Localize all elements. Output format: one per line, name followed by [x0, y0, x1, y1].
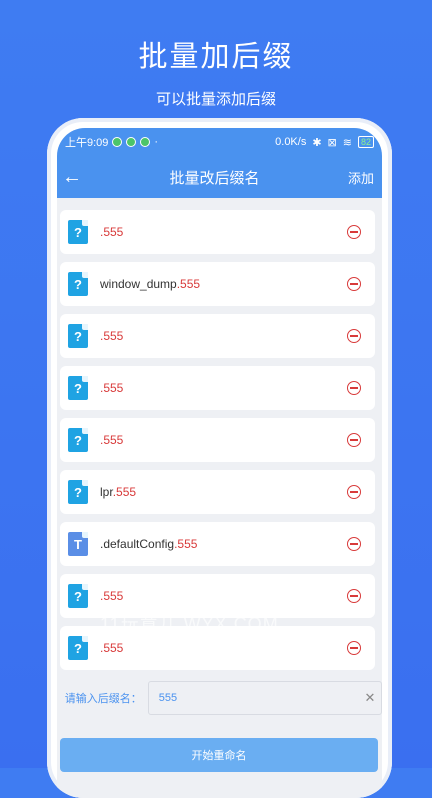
- question-file-icon: ?: [68, 480, 88, 504]
- notification-icon: [112, 137, 123, 147]
- battery-icon: 82: [357, 136, 374, 148]
- file-extension: .555: [100, 589, 124, 603]
- notification-icon: [126, 137, 137, 147]
- wifi-icon: ≋: [342, 136, 352, 149]
- question-file-icon: ?: [68, 272, 88, 296]
- file-extension: .555: [112, 485, 137, 499]
- phone-screen: 上午9:09 · 0.0K/s ✱ ⊠ ≋ 82 ← 批量改后缀名 添加 ? .…: [57, 128, 382, 798]
- question-file-icon: ?: [68, 324, 88, 348]
- file-extension: .555: [174, 537, 198, 551]
- suffix-input[interactable]: [156, 691, 359, 705]
- list-item: T .defaultConfig.555: [60, 522, 375, 566]
- remove-circle-icon[interactable]: [347, 641, 361, 655]
- phone-frame: 上午9:09 · 0.0K/s ✱ ⊠ ≋ 82 ← 批量改后缀名 添加 ? .…: [47, 118, 392, 798]
- file-name: lpr: [100, 485, 113, 499]
- watermark: 11玩意儿 WYX.COM: [100, 614, 279, 634]
- list-item: ? .555: [60, 210, 375, 254]
- list-item: ? window_dump.555: [60, 262, 375, 306]
- headline-subtitle: 可以批量添加后缀: [155, 91, 276, 108]
- remove-circle-icon[interactable]: [347, 381, 361, 395]
- sim-icon: ⊠: [327, 136, 337, 149]
- file-name: .defaultConfig: [100, 537, 175, 551]
- file-extension: .555: [176, 277, 201, 291]
- remove-circle-icon[interactable]: [347, 225, 361, 239]
- list-item: ? .555: [60, 418, 375, 462]
- question-file-icon: ?: [68, 636, 88, 660]
- clear-icon[interactable]: ✕: [359, 690, 381, 706]
- file-extension: .555: [100, 433, 124, 447]
- list-item: ? .555: [60, 366, 375, 410]
- app-bar: ← 批量改后缀名 添加: [57, 156, 382, 198]
- status-bar: 上午9:09 · 0.0K/s ✱ ⊠ ≋ 82: [57, 128, 382, 156]
- question-file-icon: ?: [68, 220, 88, 244]
- page-title: 批量改后缀名: [169, 169, 260, 187]
- question-file-icon: ?: [68, 584, 88, 608]
- add-button[interactable]: 添加: [332, 168, 382, 187]
- remove-circle-icon[interactable]: [347, 329, 361, 343]
- file-extension: .555: [100, 329, 124, 343]
- list-item: ? lpr.555: [60, 470, 375, 514]
- remove-circle-icon[interactable]: [347, 277, 361, 291]
- remove-circle-icon[interactable]: [347, 485, 361, 499]
- question-file-icon: ?: [68, 428, 88, 452]
- dot-icon: ·: [154, 136, 159, 148]
- start-rename-button[interactable]: 开始重命名: [60, 738, 378, 772]
- remove-circle-icon[interactable]: [347, 433, 361, 447]
- suffix-bar: 请输入后缀名： ✕: [57, 678, 382, 718]
- status-time: 上午9:09: [65, 137, 109, 149]
- notification-icon: [140, 137, 151, 147]
- network-speed: 0.0K/s: [275, 136, 307, 148]
- file-name: window_dump: [100, 277, 177, 291]
- suffix-field: ✕: [147, 681, 382, 715]
- remove-circle-icon[interactable]: [347, 589, 361, 603]
- file-extension: .555: [100, 225, 124, 239]
- file-extension: .555: [100, 641, 124, 655]
- back-arrow-icon[interactable]: ←: [57, 166, 87, 189]
- question-file-icon: ?: [68, 376, 88, 400]
- file-extension: .555: [100, 381, 124, 395]
- bluetooth-icon: ✱: [312, 136, 322, 149]
- remove-circle-icon[interactable]: [347, 537, 361, 551]
- suffix-label: 请输入后缀名：: [64, 693, 142, 705]
- text-file-icon: T: [68, 532, 88, 556]
- list-item: ? .555: [60, 314, 375, 358]
- headline-title: 批量加后缀: [138, 41, 294, 73]
